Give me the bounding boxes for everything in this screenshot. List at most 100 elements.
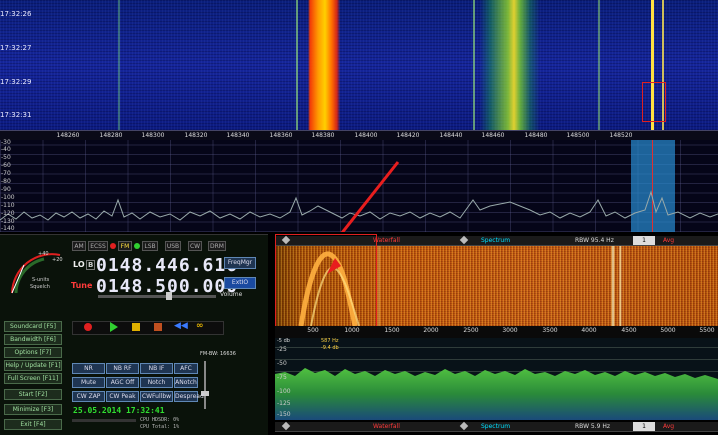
- waterfall-contrast-thumb[interactable]: [281, 421, 291, 431]
- mode-ecss[interactable]: ECSS: [88, 241, 108, 251]
- soundcard-button[interactable]: Soundcard [F5]: [4, 321, 62, 332]
- agc-off-button[interactable]: AGC Off: [106, 377, 139, 388]
- cw-fullbw-button[interactable]: CWFullbw: [140, 391, 173, 402]
- freq-tick: 148500: [566, 132, 590, 139]
- spectrum-thumb[interactable]: [459, 421, 469, 431]
- freq-tick: 1000: [344, 327, 360, 334]
- spectrum-thumb[interactable]: [459, 235, 469, 245]
- lo-frequency[interactable]: 0148.446.616: [96, 255, 238, 276]
- anotch-button[interactable]: ANotch: [174, 377, 198, 388]
- volume-label: Volume: [220, 291, 243, 298]
- freq-tick: 148420: [396, 132, 420, 139]
- fm-bw-label: FM-BW: 16636: [200, 351, 236, 357]
- control-panel: +40 +20 S-units Squelch AM ECSS FM LSB U…: [0, 234, 268, 435]
- timestamp-label: 17:32:27: [0, 44, 32, 52]
- fm-bw-slider[interactable]: [204, 361, 206, 409]
- audio-spectrum[interactable]: -5 db 587 Hz -9.4 db -25 -50 -75 -100 -1…: [275, 338, 718, 420]
- nb-rf-button[interactable]: NB RF: [106, 363, 139, 374]
- cw-peak-button[interactable]: CW Peak: [106, 391, 139, 402]
- marker-frequency: 587 Hz: [321, 338, 339, 344]
- volume-slider[interactable]: [98, 295, 216, 298]
- rewind-icon[interactable]: ◀◀: [174, 321, 188, 331]
- lo-b-button[interactable]: B: [86, 260, 96, 270]
- freq-tick: 3500: [542, 327, 558, 334]
- minimize-button[interactable]: Minimize [F3]: [4, 404, 62, 415]
- audio-spectrum-bar: Waterfall Spectrum RBW 5.9 Hz 1 Avg: [275, 421, 718, 432]
- loop-icon[interactable]: ∞: [196, 321, 204, 331]
- db-label: -120: [1, 210, 15, 217]
- squelch-label[interactable]: Squelch: [30, 284, 50, 290]
- stop-icon[interactable]: [154, 323, 162, 331]
- cpu-total: CPU Total: 1%: [140, 424, 180, 430]
- mode-usb[interactable]: USB: [165, 241, 181, 251]
- cpu-hdsdr: CPU HDSDR: 0%: [140, 417, 180, 423]
- db-label: -130: [1, 218, 15, 225]
- freq-tick: 148520: [609, 132, 633, 139]
- freq-tick: 148380: [311, 132, 335, 139]
- spectrum-label: Spectrum: [481, 423, 511, 430]
- rbw-label[interactable]: RBW 95.4 Hz: [575, 236, 614, 245]
- freq-tick: 148400: [354, 132, 378, 139]
- svg-text:+20: +20: [52, 257, 63, 263]
- timestamp-label: 17:32:31: [0, 111, 32, 119]
- afc-button[interactable]: AFC: [174, 363, 198, 374]
- freq-tick: 148460: [481, 132, 505, 139]
- db-label: -70: [1, 170, 11, 177]
- mode-fm[interactable]: FM: [118, 241, 132, 251]
- cpu-bar: [72, 419, 136, 422]
- avg-label: Avg: [663, 423, 675, 430]
- freq-tick: 5000: [660, 327, 676, 334]
- nb-if-button[interactable]: NB IF: [140, 363, 173, 374]
- freq-tick: 4000: [581, 327, 597, 334]
- datetime-display: 25.05.2014 17:32:41: [73, 406, 165, 415]
- extio-button[interactable]: ExtIO: [224, 277, 256, 289]
- notch-button[interactable]: Notch: [140, 377, 173, 388]
- db-label: -100: [277, 388, 291, 395]
- audio-waterfall[interactable]: [275, 234, 718, 354]
- db-label: -75: [277, 374, 287, 381]
- avg-label: Avg: [663, 237, 675, 244]
- freq-tick: 148440: [439, 132, 463, 139]
- mute-button[interactable]: Mute: [72, 377, 105, 388]
- avg-select[interactable]: 1: [633, 236, 655, 245]
- mode-lsb[interactable]: LSB: [142, 241, 158, 251]
- db-label: -80: [1, 178, 11, 185]
- rbw-label[interactable]: RBW 5.9 Hz: [575, 422, 610, 431]
- start-button[interactable]: Start [F2]: [4, 389, 62, 400]
- record-icon[interactable]: [84, 323, 92, 331]
- cw-zap-button[interactable]: CW ZAP: [72, 391, 105, 402]
- play-icon[interactable]: [110, 322, 118, 332]
- waterfall-label: Waterfall: [373, 237, 400, 244]
- freq-tick: 4500: [621, 327, 637, 334]
- exit-button[interactable]: Exit [F4]: [4, 419, 62, 430]
- freq-tick: 148260: [56, 132, 80, 139]
- avg-select[interactable]: 1: [633, 422, 655, 431]
- timestamp-label: 17:32:26: [0, 10, 32, 18]
- freqmgr-button[interactable]: FreqMgr: [224, 257, 256, 269]
- full-screen-button[interactable]: Full Screen [F11]: [4, 373, 62, 384]
- freq-tick: 2500: [463, 327, 479, 334]
- db-label: -40: [1, 146, 11, 153]
- pause-icon[interactable]: [132, 323, 140, 331]
- carrier-line: [473, 0, 475, 130]
- mode-drm[interactable]: DRM: [208, 241, 226, 251]
- bandwidth-button[interactable]: Bandwidth [F6]: [4, 334, 62, 345]
- help-update-button[interactable]: Help / Update [F1]: [4, 360, 62, 371]
- mode-am[interactable]: AM: [72, 241, 86, 251]
- main-waterfall[interactable]: 17:32:26 17:32:27 17:32:29 17:32:31: [0, 0, 718, 130]
- main-spectrum[interactable]: -30 -40 -50 -60 -70 -80 -90 -100 -110 -1…: [0, 139, 718, 232]
- waterfall-label: Waterfall: [373, 423, 400, 430]
- mode-cw[interactable]: CW: [188, 241, 202, 251]
- db-label: -110: [1, 202, 15, 209]
- db-label: -140: [1, 225, 15, 232]
- lo-label: LO: [73, 260, 85, 269]
- despread-button[interactable]: Despread: [174, 391, 204, 402]
- freq-tick: 148280: [99, 132, 123, 139]
- volume-slider-thumb[interactable]: [166, 292, 172, 300]
- freq-tick: 148300: [141, 132, 165, 139]
- corner-db-label: -5 db: [277, 338, 290, 344]
- db-label: -125: [277, 400, 291, 407]
- nr-button[interactable]: NR: [72, 363, 105, 374]
- options-button[interactable]: Options [F7]: [4, 347, 62, 358]
- freq-tick: 1500: [384, 327, 400, 334]
